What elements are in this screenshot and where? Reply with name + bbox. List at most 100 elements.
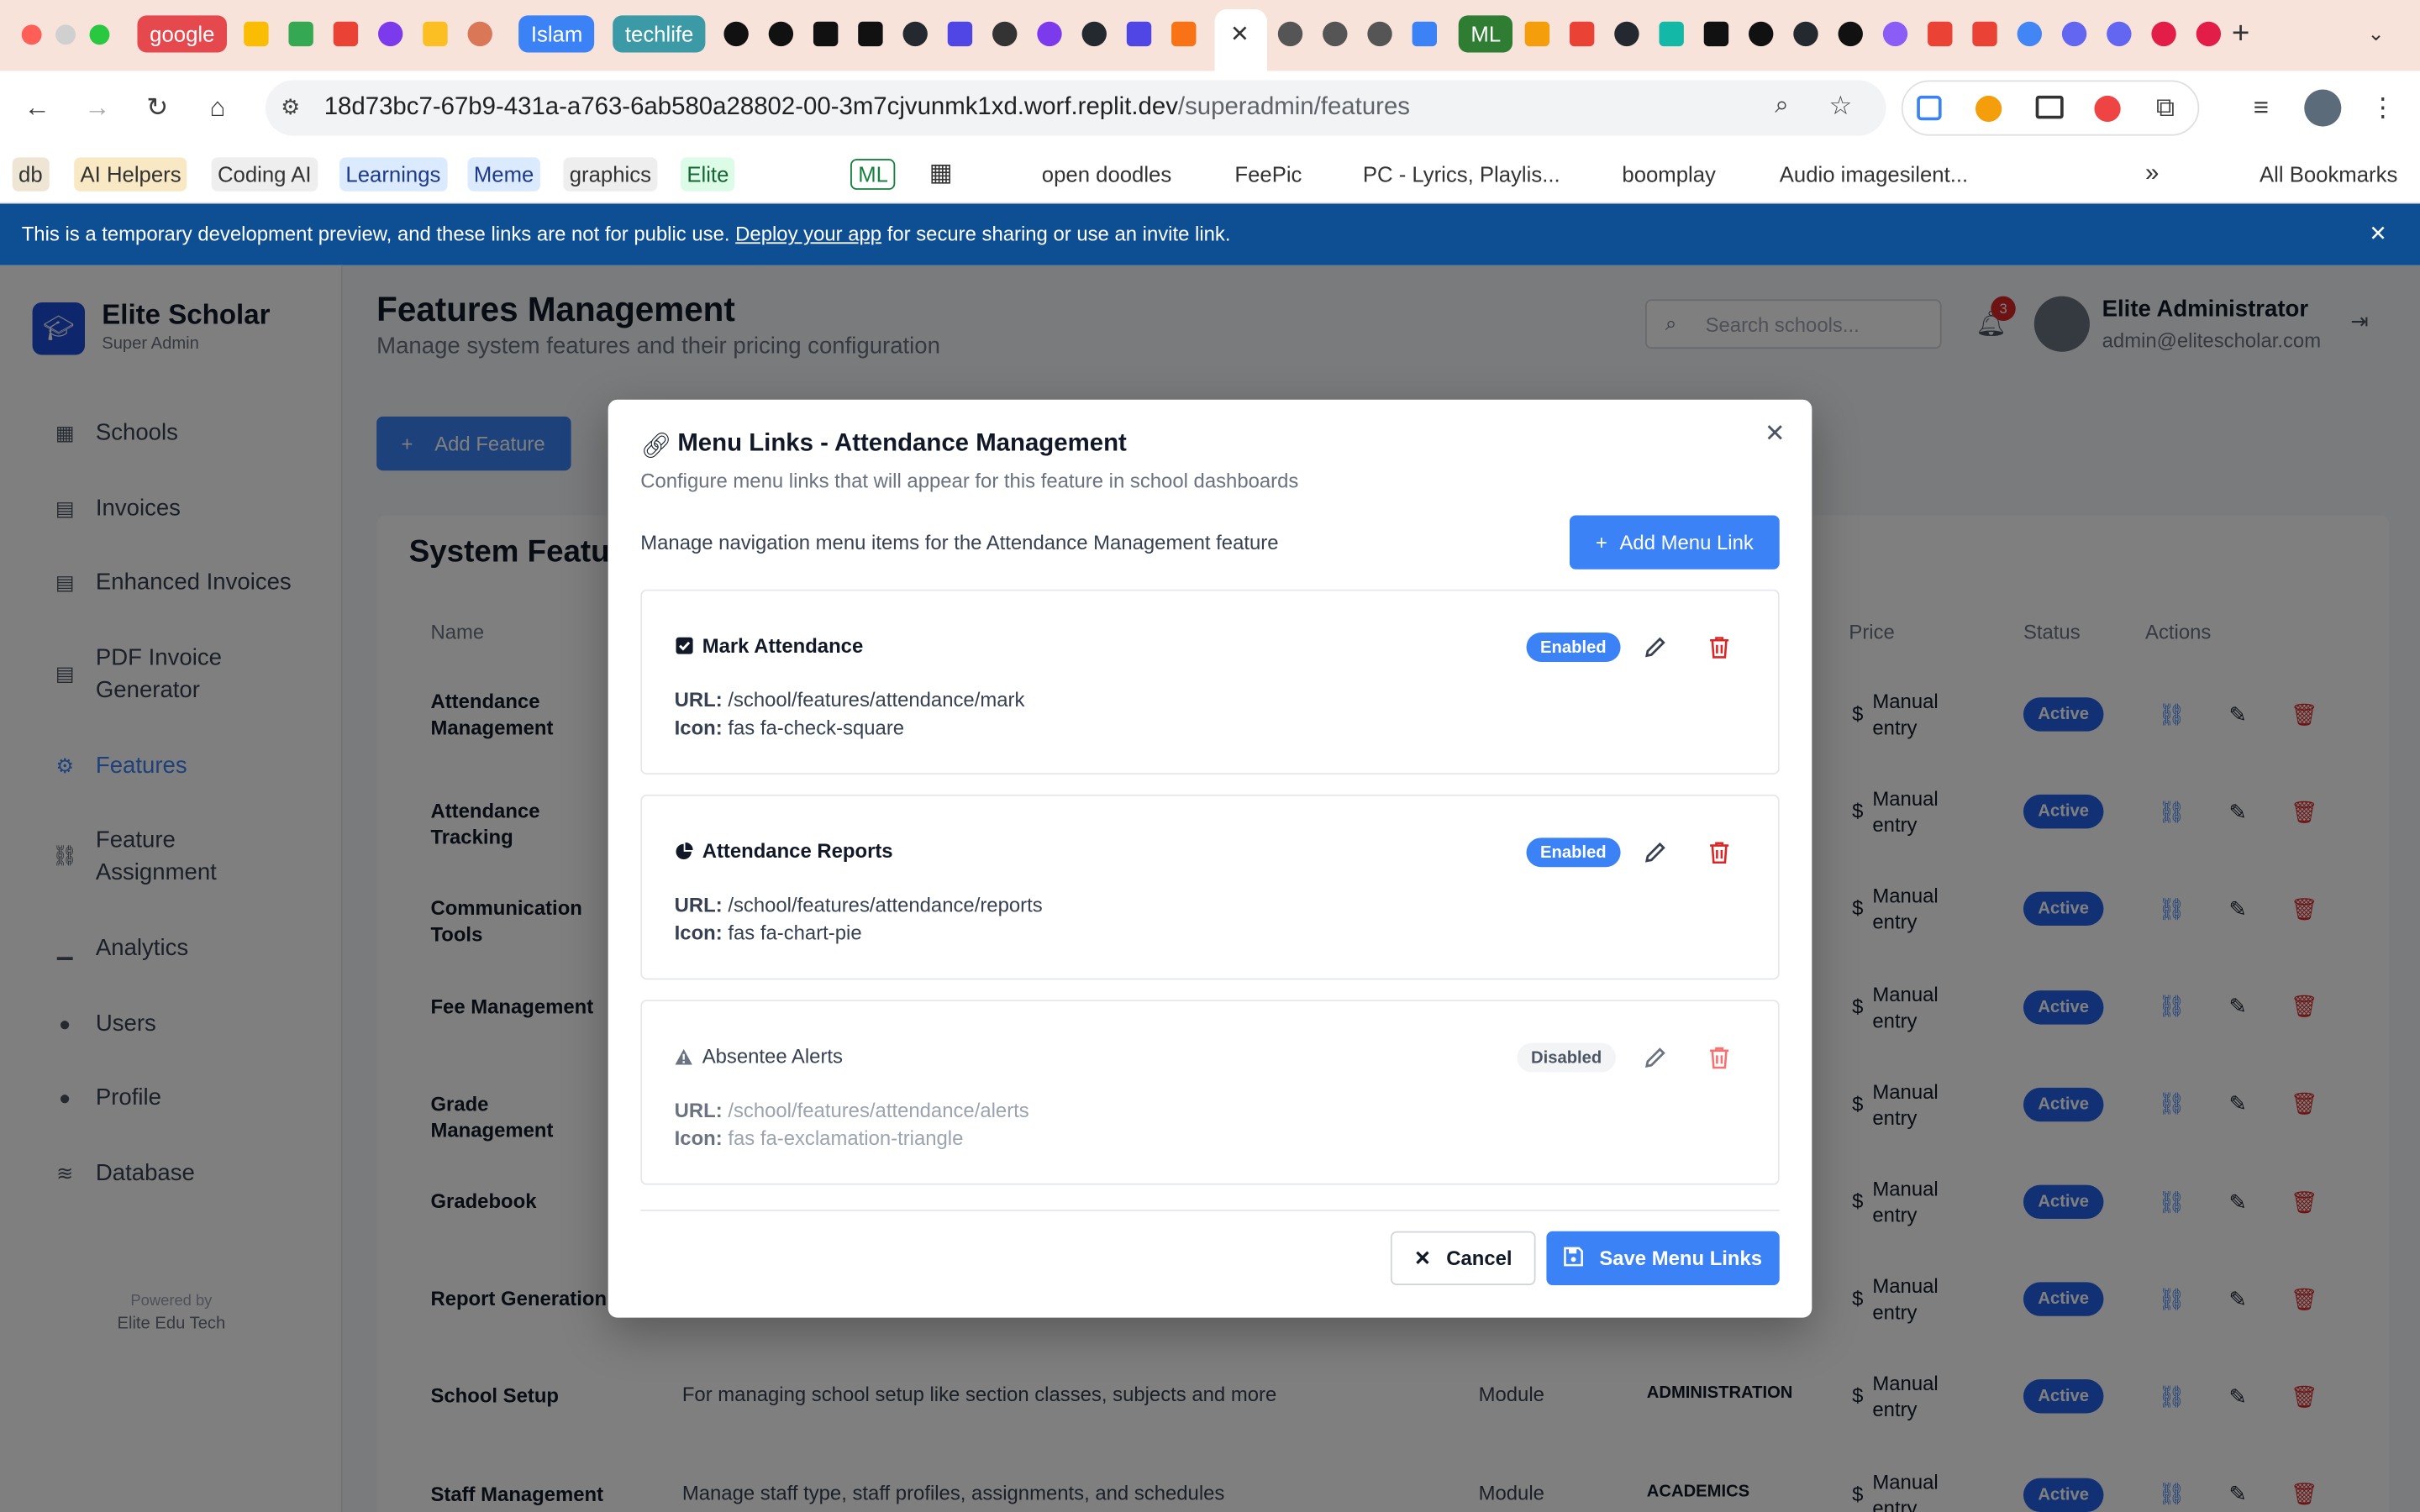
tab-favicon[interactable] bbox=[1037, 17, 1062, 50]
tab-favicon[interactable] bbox=[1367, 17, 1392, 50]
bookmark-meme[interactable]: Meme bbox=[467, 157, 540, 192]
deploy-link[interactable]: Deploy your app bbox=[735, 222, 881, 245]
bookmark-boomplay[interactable]: boomplay bbox=[1616, 157, 1722, 191]
edit-pencil-icon[interactable] bbox=[1639, 631, 1670, 662]
edit-pencil-icon[interactable] bbox=[1639, 1042, 1670, 1073]
tab-favicon[interactable] bbox=[288, 17, 313, 50]
delete-trash-icon[interactable] bbox=[1704, 1042, 1735, 1073]
home-icon[interactable]: ⌂ bbox=[199, 90, 236, 127]
url-host: 18d73bc7-67b9-431a-a763-6ab580a28802-00-… bbox=[324, 94, 1178, 121]
browser-menu-icon[interactable]: ⋮ bbox=[2365, 90, 2402, 127]
tab-favicon[interactable] bbox=[858, 17, 883, 50]
tab-techlife[interactable]: techlife bbox=[613, 15, 707, 53]
tab-favicon[interactable] bbox=[1412, 17, 1438, 50]
tab-favicon[interactable] bbox=[2107, 17, 2132, 50]
bookmark-elite[interactable]: Elite bbox=[681, 157, 735, 192]
new-tab-icon[interactable]: + bbox=[2232, 16, 2249, 50]
url-path: /superadmin/features bbox=[1177, 94, 1411, 121]
bookmark-learnings[interactable]: Learnings bbox=[339, 157, 447, 192]
extension-icon[interactable] bbox=[1917, 95, 1942, 121]
tab-favicon[interactable] bbox=[1972, 17, 1997, 50]
reload-icon[interactable]: ↻ bbox=[139, 90, 176, 127]
github-tab-icon[interactable] bbox=[902, 17, 928, 50]
bookmark-audio-imagesilent[interactable]: Audio imagesilent... bbox=[1773, 157, 1974, 191]
cast-extension-icon[interactable] bbox=[2035, 95, 2064, 119]
tab-favicon[interactable] bbox=[1659, 17, 1684, 50]
tab-favicon[interactable] bbox=[1524, 17, 1550, 50]
tab-islam[interactable]: Islam bbox=[518, 15, 595, 53]
extension-icon[interactable] bbox=[1975, 95, 2002, 123]
close-window-icon[interactable] bbox=[21, 24, 42, 45]
delete-trash-icon[interactable] bbox=[1704, 631, 1735, 662]
close-tab-icon[interactable]: ✕ bbox=[1230, 20, 1249, 48]
minimize-window-icon[interactable] bbox=[55, 24, 76, 45]
close-modal-icon[interactable]: ✕ bbox=[1760, 418, 1791, 449]
tab-favicon[interactable] bbox=[768, 17, 794, 50]
google-tab-icon[interactable] bbox=[2017, 17, 2043, 50]
tab-favicon[interactable] bbox=[2061, 17, 2087, 50]
tab-favicon[interactable] bbox=[1171, 17, 1197, 50]
github-tab-icon[interactable] bbox=[1081, 17, 1107, 50]
tab-favicon[interactable] bbox=[947, 17, 973, 50]
tab-favicon[interactable] bbox=[467, 17, 492, 50]
tab-google[interactable]: google bbox=[137, 15, 228, 53]
bookmark-db[interactable]: db bbox=[12, 157, 50, 192]
bookmark-star-icon[interactable]: ☆ bbox=[1829, 91, 1853, 122]
extensions-group: ⧉ bbox=[1901, 80, 2200, 136]
github-tab-icon[interactable] bbox=[1793, 17, 1818, 50]
back-icon[interactable]: ← bbox=[18, 90, 55, 127]
tab-favicon[interactable] bbox=[723, 17, 749, 50]
more-bookmarks-icon[interactable]: » bbox=[2139, 157, 2165, 191]
tab-search-chevron-icon[interactable]: ⌄ bbox=[2368, 17, 2385, 50]
extension-icon[interactable] bbox=[2094, 95, 2121, 123]
maximize-window-icon[interactable] bbox=[89, 24, 110, 45]
media-control-icon[interactable]: ≡ bbox=[2243, 90, 2280, 127]
tab-favicon[interactable] bbox=[813, 17, 839, 50]
delete-trash-icon[interactable] bbox=[1704, 837, 1735, 868]
bookmark-feepic[interactable]: FeePic bbox=[1228, 157, 1308, 191]
bookmark-coding-ai[interactable]: Coding AI bbox=[211, 157, 318, 192]
active-tab[interactable]: ✕ bbox=[1214, 9, 1267, 71]
tab-favicon[interactable] bbox=[1749, 17, 1774, 50]
zoom-icon[interactable]: ⌕ bbox=[1775, 92, 1788, 120]
cancel-button[interactable]: ✕ Cancel bbox=[1390, 1231, 1536, 1286]
tab-favicon[interactable] bbox=[1838, 17, 1863, 50]
bookmark-open-doodles[interactable]: open doodles bbox=[1035, 157, 1177, 191]
puzzle-extensions-icon[interactable]: ⧉ bbox=[2156, 92, 2175, 123]
add-menu-link-button[interactable]: + Add Menu Link bbox=[1569, 515, 1780, 570]
bookmark-graphics[interactable]: graphics bbox=[563, 157, 658, 192]
tab-favicon[interactable] bbox=[1126, 17, 1152, 50]
tab-favicon[interactable] bbox=[1277, 17, 1303, 50]
exclamation-triangle-icon bbox=[675, 1047, 693, 1065]
address-bar[interactable]: ⚙ 18d73bc7-67b9-431a-a763-6ab580a28802-0… bbox=[265, 80, 1886, 136]
tab-favicon[interactable] bbox=[992, 17, 1018, 50]
bookmark-pc-lyrics[interactable]: PC - Lyrics, Playlis... bbox=[1356, 157, 1566, 191]
tab-favicon[interactable] bbox=[1569, 17, 1595, 50]
edit-pencil-icon[interactable] bbox=[1639, 837, 1670, 868]
tab-favicon[interactable] bbox=[2196, 17, 2222, 50]
github-tab-icon[interactable] bbox=[1614, 17, 1639, 50]
apps-grid-icon[interactable]: ▦ bbox=[923, 157, 958, 191]
tab-favicon[interactable] bbox=[1928, 17, 1953, 50]
tab-ml[interactable]: ML bbox=[1458, 15, 1513, 53]
menu-link-url: /school/features/attendance/alerts bbox=[728, 1098, 1029, 1122]
menu-links-modal: 🔗︎ Menu Links - Attendance Management Co… bbox=[608, 399, 1812, 1318]
save-menu-links-button[interactable]: Save Menu Links bbox=[1546, 1231, 1780, 1286]
bookmark-ml[interactable]: ML bbox=[850, 159, 897, 190]
tab-favicon[interactable] bbox=[1703, 17, 1729, 50]
all-bookmarks[interactable]: All Bookmarks bbox=[2254, 157, 2404, 191]
tab-favicon[interactable] bbox=[1323, 17, 1348, 50]
close-banner-icon[interactable]: ✕ bbox=[2369, 221, 2387, 247]
tab-favicon[interactable] bbox=[1882, 17, 1908, 50]
tab-favicon[interactable] bbox=[333, 17, 359, 50]
profile-avatar[interactable] bbox=[2304, 89, 2342, 127]
bookmark-ai-helpers[interactable]: AI Helpers bbox=[74, 157, 187, 192]
bookmarks-bar: db AI Helpers Coding AI Learnings Meme g… bbox=[0, 144, 2420, 329]
site-settings-icon[interactable]: ⚙ bbox=[281, 94, 300, 120]
icon-label: Icon: bbox=[674, 921, 723, 945]
tab-favicon[interactable] bbox=[423, 17, 448, 50]
tab-favicon[interactable] bbox=[244, 17, 269, 50]
tab-favicon[interactable] bbox=[2151, 17, 2176, 50]
tab-favicon[interactable] bbox=[378, 17, 403, 50]
forward-icon[interactable]: → bbox=[79, 90, 116, 127]
